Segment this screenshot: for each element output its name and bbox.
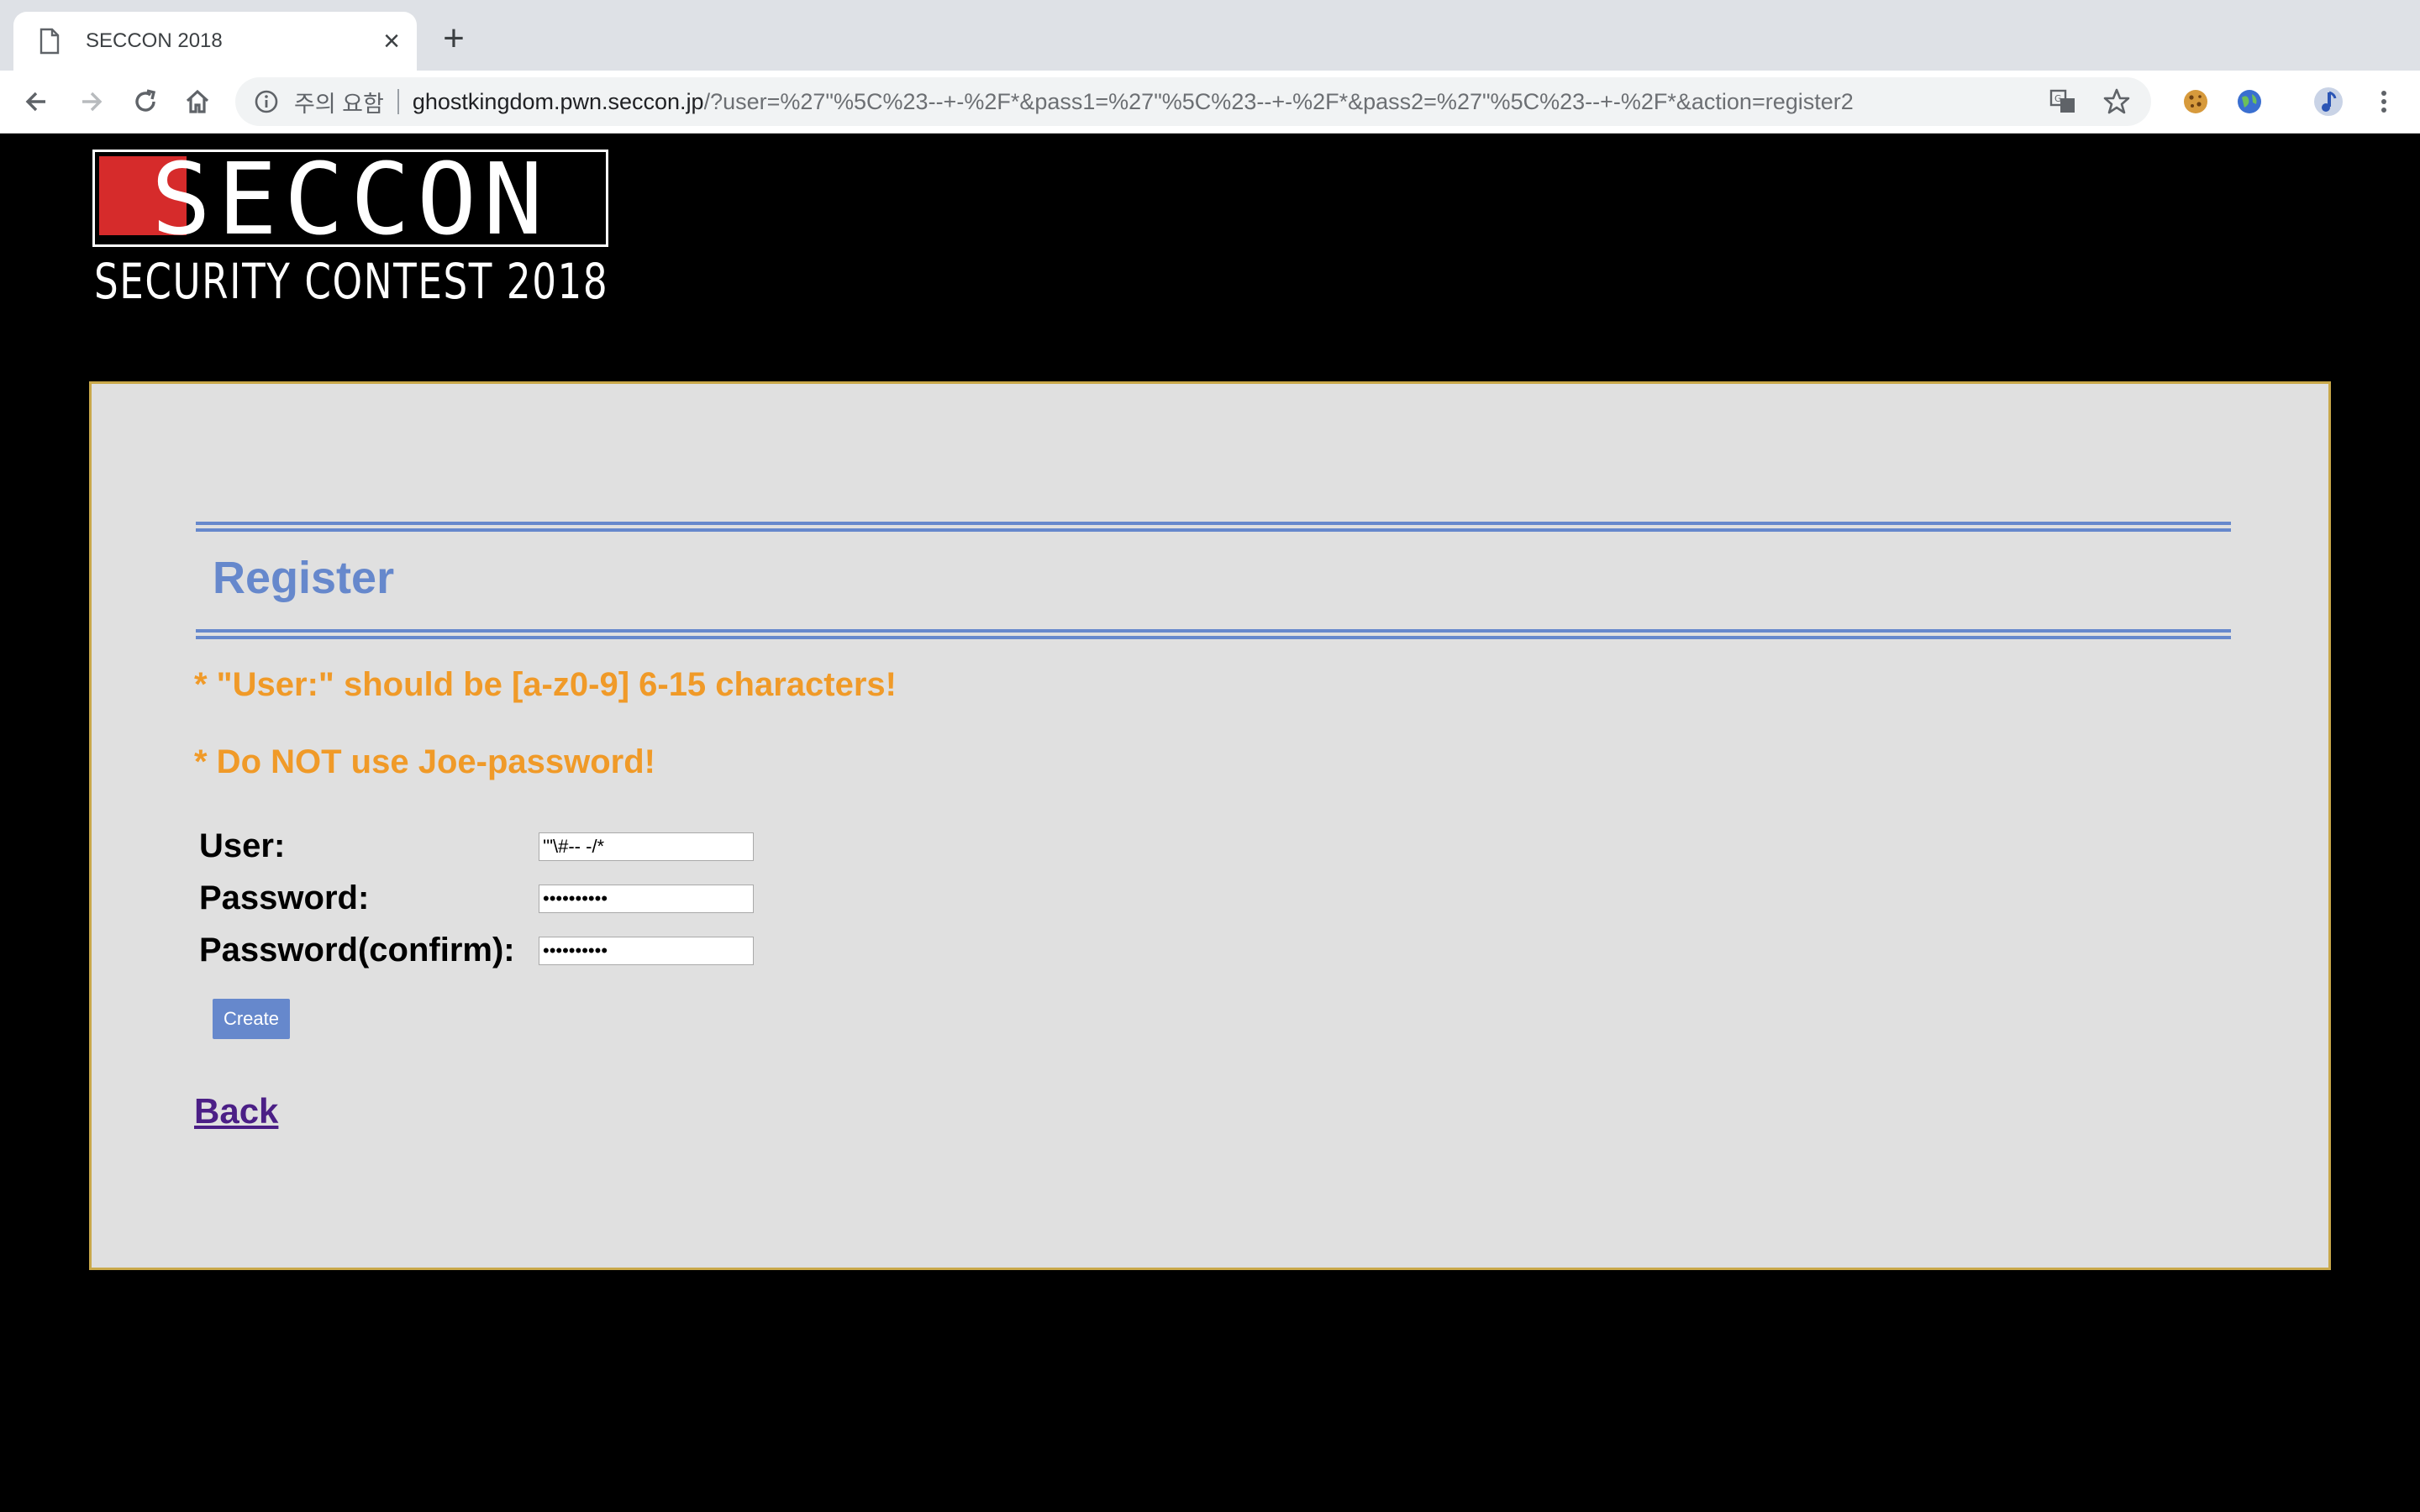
info-icon[interactable] bbox=[254, 89, 279, 114]
browser-tab[interactable]: SECCON 2018 × bbox=[13, 12, 417, 71]
heading-bottom-rule bbox=[196, 629, 2231, 639]
omnibox-divider bbox=[397, 89, 399, 114]
menu-kebab-icon[interactable] bbox=[2368, 86, 2400, 118]
tab-title: SECCON 2018 bbox=[86, 29, 223, 52]
cookie-extension-icon[interactable] bbox=[2180, 86, 2212, 118]
back-arrow-icon[interactable] bbox=[17, 82, 55, 121]
browser-toolbar: 주의 요함 ghostkingdom.pwn.seccon.jp /?user=… bbox=[0, 71, 2420, 134]
seccon-logo: SECCON SECURITY CONTEST 2018 bbox=[92, 150, 610, 311]
security-status-label[interactable]: 주의 요함 bbox=[294, 86, 384, 118]
home-icon[interactable] bbox=[178, 82, 217, 121]
user-label: User: bbox=[199, 827, 286, 864]
new-tab-button[interactable]: + bbox=[434, 18, 474, 59]
tab-strip: SECCON 2018 × + bbox=[0, 0, 2420, 71]
page-icon bbox=[39, 28, 60, 55]
logo-subtitle: SECURITY CONTEST 2018 bbox=[93, 253, 609, 310]
user-format-note: * "User:" should be [a-z0-9] 6-15 charac… bbox=[194, 666, 897, 703]
heading-top-rule bbox=[196, 522, 2231, 532]
bookmark-star-icon[interactable] bbox=[2102, 87, 2131, 116]
back-link[interactable]: Back bbox=[194, 1091, 278, 1131]
password-confirm-label: Password(confirm): bbox=[199, 932, 515, 969]
forward-arrow-icon[interactable] bbox=[72, 82, 111, 121]
svg-text:G: G bbox=[2054, 93, 2062, 104]
close-tab-icon[interactable]: × bbox=[383, 27, 400, 55]
password-input[interactable] bbox=[539, 885, 754, 913]
url-host: ghostkingdom.pwn.seccon.jp bbox=[412, 88, 704, 114]
password-note: * Do NOT use Joe-password! bbox=[194, 743, 655, 780]
register-panel: Register * "User:" should be [a-z0-9] 6-… bbox=[89, 381, 2331, 1270]
register-heading-block: Register bbox=[196, 522, 2231, 639]
create-button[interactable]: Create bbox=[213, 999, 290, 1039]
password-confirm-input[interactable] bbox=[539, 937, 754, 965]
url-path: /?user=%27"%5C%23--+-%2F*&pass1=%27"%5C%… bbox=[703, 88, 1854, 114]
translate-icon[interactable]: G bbox=[2049, 87, 2077, 116]
logo-main-text: SECCON bbox=[150, 141, 550, 257]
reload-icon[interactable] bbox=[126, 82, 165, 121]
password-label: Password: bbox=[199, 879, 370, 916]
address-bar[interactable]: 주의 요함 ghostkingdom.pwn.seccon.jp /?user=… bbox=[235, 77, 2151, 126]
user-input[interactable] bbox=[539, 832, 754, 861]
profile-avatar-icon[interactable] bbox=[2312, 86, 2344, 118]
globe-extension-icon[interactable] bbox=[2233, 86, 2265, 118]
page-title: Register bbox=[213, 553, 395, 603]
